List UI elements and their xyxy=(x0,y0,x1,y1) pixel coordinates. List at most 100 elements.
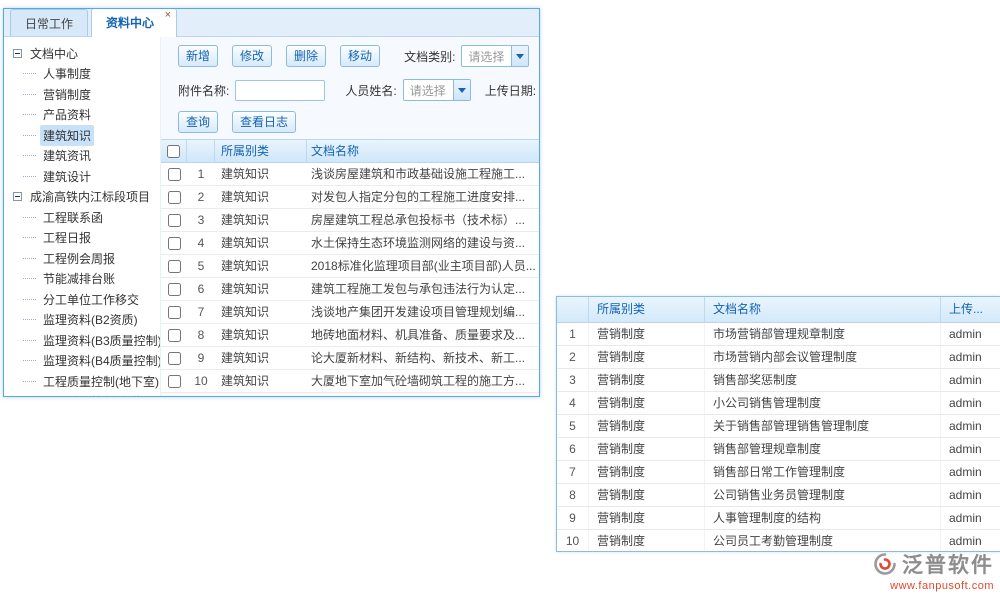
tree-item[interactable]: 营销制度 xyxy=(10,84,160,105)
table-row[interactable]: 9 营销制度 人事管理制度的结构 admin xyxy=(557,507,1000,530)
tree-item-label: 监理资料(B2资质) xyxy=(40,309,141,330)
row-doc-name: 小公司销售管理制度 xyxy=(705,392,941,414)
select-all-checkbox[interactable] xyxy=(167,145,180,158)
column-header-doc-name[interactable]: 文档名称 xyxy=(705,297,941,322)
table-row[interactable]: 7 营销制度 销售部日常工作管理制度 admin xyxy=(557,461,1000,484)
row-checkbox[interactable] xyxy=(168,237,181,250)
table-row[interactable]: 5 营销制度 关于销售部管理销售管理制度 admin xyxy=(557,415,1000,438)
table-row[interactable]: 6 建筑知识 建筑工程施工发包与承包违法行为认定... xyxy=(161,278,539,301)
close-icon[interactable]: × xyxy=(165,10,171,21)
table-row[interactable]: 5 建筑知识 2018标准化监理项目部(业主项目部)人员... xyxy=(161,255,539,278)
tree-branch-icon xyxy=(23,155,36,156)
tree-item[interactable]: 工程日报 xyxy=(10,228,160,249)
tree-branch-icon xyxy=(23,299,36,300)
row-checkbox[interactable] xyxy=(168,375,181,388)
row-checkbox-cell xyxy=(161,347,187,369)
tree-item[interactable]: 工程质量控制(地下室) xyxy=(10,371,160,392)
row-uploader: admin xyxy=(941,507,1000,529)
logo-url: www.fanpusoft.com xyxy=(873,580,994,592)
row-category: 建筑知识 xyxy=(215,324,307,346)
tab-bar: 日常工作 资料中心 × xyxy=(4,9,539,37)
tree-item-label: 建筑资讯 xyxy=(40,145,94,166)
column-header-uploader[interactable]: 上传... xyxy=(941,297,1000,322)
tree-branch-icon xyxy=(23,135,36,136)
column-header-category[interactable]: 所属别类 xyxy=(215,140,307,162)
action-button[interactable]: 新增 xyxy=(178,45,218,67)
tree-item[interactable]: 建筑资讯 xyxy=(10,146,160,167)
collapse-icon[interactable] xyxy=(13,49,22,58)
tree-item[interactable]: 成渝高铁内江标段项目 xyxy=(10,187,160,208)
row-number: 8 xyxy=(187,324,215,346)
row-checkbox-cell xyxy=(161,255,187,277)
marketing-table-header: 所属别类 文档名称 上传... xyxy=(557,297,1000,323)
tree-item[interactable]: 监理资料(B2资质) xyxy=(10,310,160,331)
tree-item[interactable]: 节能减排台账 xyxy=(10,269,160,290)
chevron-down-icon[interactable] xyxy=(453,80,470,100)
row-checkbox[interactable] xyxy=(168,168,181,181)
row-number: 4 xyxy=(557,392,589,414)
tree-item[interactable]: 监理资料(B3质量控制) xyxy=(10,330,160,351)
row-category: 营销制度 xyxy=(589,484,705,506)
attachment-name-input[interactable] xyxy=(235,80,325,101)
action-button[interactable]: 移动 xyxy=(340,45,380,67)
tree-item[interactable]: 工程联系函 xyxy=(10,207,160,228)
table-row[interactable]: 8 营销制度 公司销售业务员管理制度 admin xyxy=(557,484,1000,507)
toolbar-row-actions: 新增修改删除移动 文档类别: 请选择 文档名称: xyxy=(161,39,539,73)
tree-branch-icon xyxy=(23,217,36,218)
row-doc-name: 关于销售部管理销售管理制度 xyxy=(705,415,941,437)
tree-item[interactable]: 工程质量控制(主体) xyxy=(10,392,160,398)
attachment-name-label: 附件名称: xyxy=(178,82,229,99)
doc-category-select[interactable]: 请选择 xyxy=(461,45,529,67)
table-row[interactable]: 8 建筑知识 地砖地面材料、机具准备、质量要求及... xyxy=(161,324,539,347)
query-button[interactable]: 查询 xyxy=(178,111,218,133)
row-checkbox[interactable] xyxy=(168,191,181,204)
tab-daily-work[interactable]: 日常工作 xyxy=(10,9,88,36)
column-header-doc-name[interactable]: 文档名称 xyxy=(307,140,539,162)
table-row[interactable]: 4 营销制度 小公司销售管理制度 admin xyxy=(557,392,1000,415)
chevron-down-icon[interactable] xyxy=(511,46,528,66)
collapse-icon[interactable] xyxy=(13,192,22,201)
action-button[interactable]: 删除 xyxy=(286,45,326,67)
table-row[interactable]: 10 建筑知识 大厦地下室加气砼墙砌筑工程的施工方... xyxy=(161,370,539,393)
tree-item[interactable]: 工程例会周报 xyxy=(10,248,160,269)
table-row[interactable]: 1 建筑知识 浅谈房屋建筑和市政基础设施工程施工... xyxy=(161,163,539,186)
tree-item[interactable]: 建筑设计 xyxy=(10,166,160,187)
row-checkbox[interactable] xyxy=(168,306,181,319)
tree-item[interactable]: 建筑知识 xyxy=(10,125,160,146)
tree-item[interactable]: 人事制度 xyxy=(10,64,160,85)
row-uploader: admin xyxy=(941,415,1000,437)
table-row[interactable]: 3 营销制度 销售部奖惩制度 admin xyxy=(557,369,1000,392)
tree-item-label: 营销制度 xyxy=(40,84,94,105)
row-checkbox[interactable] xyxy=(168,329,181,342)
row-category: 建筑知识 xyxy=(215,209,307,231)
row-checkbox[interactable] xyxy=(168,283,181,296)
action-button[interactable]: 修改 xyxy=(232,45,272,67)
tab-data-center[interactable]: 资料中心 × xyxy=(91,8,177,37)
tree-branch-icon xyxy=(23,237,36,238)
tree-item[interactable]: 监理资料(B4质量控制) xyxy=(10,351,160,372)
select-all-cell xyxy=(161,140,187,162)
column-header-category[interactable]: 所属别类 xyxy=(589,297,705,322)
row-number: 7 xyxy=(557,461,589,483)
table-row[interactable]: 3 建筑知识 房屋建筑工程总承包投标书（技术标）... xyxy=(161,209,539,232)
table-row[interactable]: 1 营销制度 市场营销部管理规章制度 admin xyxy=(557,323,1000,346)
table-row[interactable]: 4 建筑知识 水土保持生态环境监测网络的建设与资... xyxy=(161,232,539,255)
row-number: 9 xyxy=(187,347,215,369)
action-buttons: 新增修改删除移动 xyxy=(178,45,394,67)
tree-item[interactable]: 分工单位工作移交 xyxy=(10,289,160,310)
row-checkbox[interactable] xyxy=(168,260,181,273)
table-row[interactable]: 9 建筑知识 论大厦新材料、新结构、新技术、新工... xyxy=(161,347,539,370)
tree-item[interactable]: 产品资料 xyxy=(10,105,160,126)
table-row[interactable]: 2 营销制度 市场营销内部会议管理制度 admin xyxy=(557,346,1000,369)
table-row[interactable]: 2 建筑知识 对发包人指定分包的工程施工进度安排... xyxy=(161,186,539,209)
document-center-window: 日常工作 资料中心 × 文档中心 人事制度 xyxy=(3,8,540,397)
row-checkbox[interactable] xyxy=(168,352,181,365)
table-row[interactable]: 7 建筑知识 浅谈地产集团开发建设项目管理规划编... xyxy=(161,301,539,324)
row-number: 4 xyxy=(187,232,215,254)
view-log-button[interactable]: 查看日志 xyxy=(232,111,296,133)
document-panel: 新增修改删除移动 文档类别: 请选择 文档名称: 附件名称: 人员姓名: xyxy=(161,37,539,397)
tree-item[interactable]: 文档中心 xyxy=(10,43,160,64)
row-checkbox[interactable] xyxy=(168,214,181,227)
table-row[interactable]: 6 营销制度 销售部管理规章制度 admin xyxy=(557,438,1000,461)
person-name-select[interactable]: 请选择 xyxy=(403,79,471,101)
